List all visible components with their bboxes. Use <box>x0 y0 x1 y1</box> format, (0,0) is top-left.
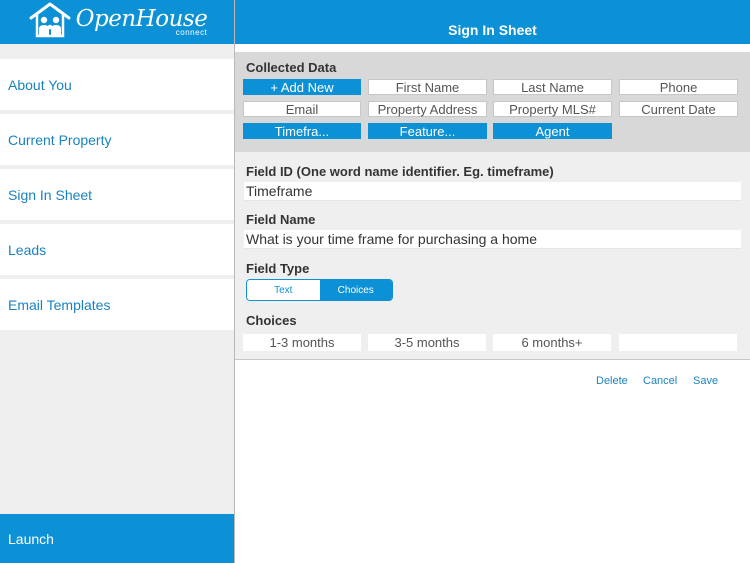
choices-label: Choices <box>246 313 297 328</box>
chip-feature[interactable]: Feature... <box>368 123 487 139</box>
field-type-label: Field Type <box>246 261 310 276</box>
chip-agent[interactable]: Agent <box>493 123 612 139</box>
chip-label: + Add New <box>270 79 334 95</box>
choice-input-4[interactable] <box>619 334 737 351</box>
field-id-input[interactable]: Timeframe <box>244 182 741 201</box>
sidebar-item-label: Leads <box>8 241 47 258</box>
chip-label: Feature... <box>399 123 456 139</box>
choice-value: 6 months+ <box>521 335 583 350</box>
choice-input-3[interactable]: 6 months+ <box>493 334 611 351</box>
chip-property-address[interactable]: Property Address <box>368 101 487 117</box>
chip-last-name[interactable]: Last Name <box>493 79 612 95</box>
house-family-icon <box>28 1 72 44</box>
sidebar-item-label: Email Templates <box>8 296 111 313</box>
app-window: OpenHouse connect About You Current Prop… <box>0 0 750 563</box>
sidebar-item-current-property[interactable]: Current Property <box>0 114 235 165</box>
chip-first-name[interactable]: First Name <box>368 79 487 95</box>
chip-label: Last Name <box>521 79 584 95</box>
chip-current-date[interactable]: Current Date <box>619 101 738 117</box>
form-divider <box>235 359 750 360</box>
field-type-choices-option[interactable]: Choices <box>319 280 392 300</box>
sidebar-item-leads[interactable]: Leads <box>0 224 235 275</box>
add-new-button[interactable]: + Add New <box>243 79 361 95</box>
sidebar-item-label: Sign In Sheet <box>8 186 93 203</box>
chip-label: Timefra... <box>274 123 330 139</box>
logo-subtext: connect <box>175 27 208 37</box>
field-name-value: What is your time frame for purchasing a… <box>246 231 538 247</box>
field-id-value: Timeframe <box>246 183 313 199</box>
choice-value: 3-5 months <box>394 335 460 350</box>
sidebar-header: OpenHouse connect <box>0 0 235 44</box>
chip-label: Phone <box>659 79 698 95</box>
sidebar-item-sign-in-sheet[interactable]: Sign In Sheet <box>0 169 235 220</box>
sidebar-item-label: About You <box>8 76 72 93</box>
chip-label: Email <box>285 101 319 117</box>
sidebar-item-email-templates[interactable]: Email Templates <box>0 279 235 330</box>
launch-label: Launch <box>8 530 54 547</box>
choice-input-2[interactable]: 3-5 months <box>368 334 486 351</box>
chip-label: Property Address <box>377 101 478 117</box>
field-type-text-option[interactable]: Text <box>247 280 320 300</box>
app-logo: OpenHouse connect <box>28 1 208 44</box>
chip-timeframe[interactable]: Timefra... <box>243 123 361 139</box>
collected-data-title: Collected Data <box>246 60 337 75</box>
choice-value: 1-3 months <box>269 335 335 350</box>
launch-button[interactable]: Launch <box>0 514 235 563</box>
main-header: Sign In Sheet <box>235 0 750 44</box>
field-name-input[interactable]: What is your time frame for purchasing a… <box>244 230 741 249</box>
delete-button[interactable]: Delete <box>596 375 628 387</box>
chip-phone[interactable]: Phone <box>619 79 738 95</box>
field-type-segmented-control: Text Choices <box>246 279 393 301</box>
page-title: Sign In Sheet <box>448 22 537 38</box>
sidebar-item-about-you[interactable]: About You <box>0 59 235 110</box>
save-button[interactable]: Save <box>693 375 718 387</box>
chip-email[interactable]: Email <box>243 101 361 117</box>
chip-label: Agent <box>535 123 570 139</box>
cancel-button[interactable]: Cancel <box>643 375 677 387</box>
chip-label: Current Date <box>641 101 716 117</box>
chip-label: Property MLS# <box>509 101 596 117</box>
field-name-label: Field Name <box>246 212 316 227</box>
sidebar: OpenHouse connect About You Current Prop… <box>0 0 235 563</box>
field-id-label: Field ID (One word name identifier. Eg. … <box>246 164 554 179</box>
chip-property-mls[interactable]: Property MLS# <box>493 101 612 117</box>
choice-input-1[interactable]: 1-3 months <box>243 334 361 351</box>
sidebar-item-label: Current Property <box>8 131 112 148</box>
chip-label: First Name <box>395 79 460 95</box>
